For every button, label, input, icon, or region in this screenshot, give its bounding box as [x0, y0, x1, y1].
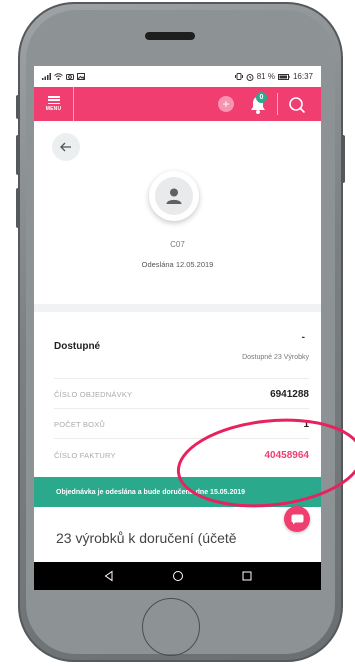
gallery-icon: [77, 73, 85, 80]
avatar-circle: [155, 177, 193, 215]
clock: 16:37: [292, 72, 313, 81]
add-button[interactable]: +: [218, 96, 234, 112]
availability-count: Dostupné 23 Výrobky: [242, 354, 309, 361]
invoice-number-row: ČÍSLO FAKTURY 40458964: [54, 444, 309, 466]
back-button[interactable]: [52, 133, 80, 161]
search-icon: [289, 97, 306, 114]
earpiece-speaker: [145, 32, 195, 40]
avatar: [149, 171, 199, 221]
divider: [54, 378, 309, 379]
box-count-value: 1: [303, 418, 309, 430]
invoice-number-value[interactable]: 40458964: [265, 450, 310, 461]
order-number-label: ČÍSLO OBJEDNÁVKY: [54, 389, 133, 399]
status-left-icons: [42, 73, 85, 80]
back-arrow-icon: [60, 142, 71, 152]
chat-button[interactable]: [284, 506, 310, 532]
menu-button[interactable]: MENU: [34, 87, 74, 121]
user-icon: [166, 188, 182, 204]
battery-icon: [277, 73, 290, 80]
alarm-icon: [246, 73, 254, 81]
volume-down-button: [16, 188, 20, 228]
chat-icon: [291, 514, 303, 524]
section-separator: [34, 304, 321, 312]
status-bar: 81 % 16:37: [34, 66, 321, 87]
divider: [54, 408, 309, 409]
header-divider: [277, 93, 278, 115]
android-nav-bar: [34, 562, 321, 590]
menu-label: MENU: [45, 106, 62, 112]
order-number-row: ČÍSLO OBJEDNÁVKY 6941288: [54, 383, 309, 405]
status-right: 81 % 16:37: [234, 72, 313, 81]
vibrate-icon: [234, 73, 243, 80]
nav-back-icon[interactable]: [103, 570, 115, 582]
customer-code: C07: [170, 240, 185, 249]
wifi-icon: [54, 73, 63, 80]
mute-switch: [16, 95, 20, 119]
hamburger-icon: [47, 96, 60, 104]
order-number-value: 6941288: [270, 388, 309, 400]
screenshot: 81 % 16:37 MENU + 0 C07 Odeslána 12.05.2…: [0, 0, 355, 667]
notification-badge: 0: [256, 92, 267, 103]
home-button[interactable]: [142, 598, 200, 656]
order-detail: C07 Odeslána 12.05.2019 - Dostupné Dostu…: [34, 121, 321, 546]
nav-recents-icon[interactable]: [241, 570, 253, 582]
availability-title: Dostupné: [54, 341, 101, 352]
battery-percent: 81 %: [256, 72, 275, 81]
signal-icon: [42, 73, 51, 80]
search-button[interactable]: [287, 95, 307, 115]
notifications-button[interactable]: 0: [247, 92, 269, 116]
items-to-deliver: 23 výrobků k doručení (účetě: [56, 530, 237, 546]
invoice-number-label: ČÍSLO FAKTURY: [54, 450, 116, 460]
sent-date: Odeslána 12.05.2019: [141, 260, 214, 269]
divider: [54, 438, 309, 439]
availability-dash: -: [301, 332, 305, 343]
app-header: MENU + 0: [34, 87, 321, 121]
box-count-row: POČET BOXŮ 1: [54, 413, 309, 435]
camera-icon: [66, 74, 74, 80]
power-button: [341, 135, 345, 183]
volume-up-button: [16, 135, 20, 175]
box-count-label: POČET BOXŮ: [54, 419, 106, 429]
nav-home-icon[interactable]: [172, 570, 184, 582]
delivery-banner: Objednávka je odeslána a bude doručena d…: [34, 477, 321, 507]
phone-screen: 81 % 16:37 MENU + 0 C07 Odeslána 12.05.2…: [34, 66, 321, 590]
